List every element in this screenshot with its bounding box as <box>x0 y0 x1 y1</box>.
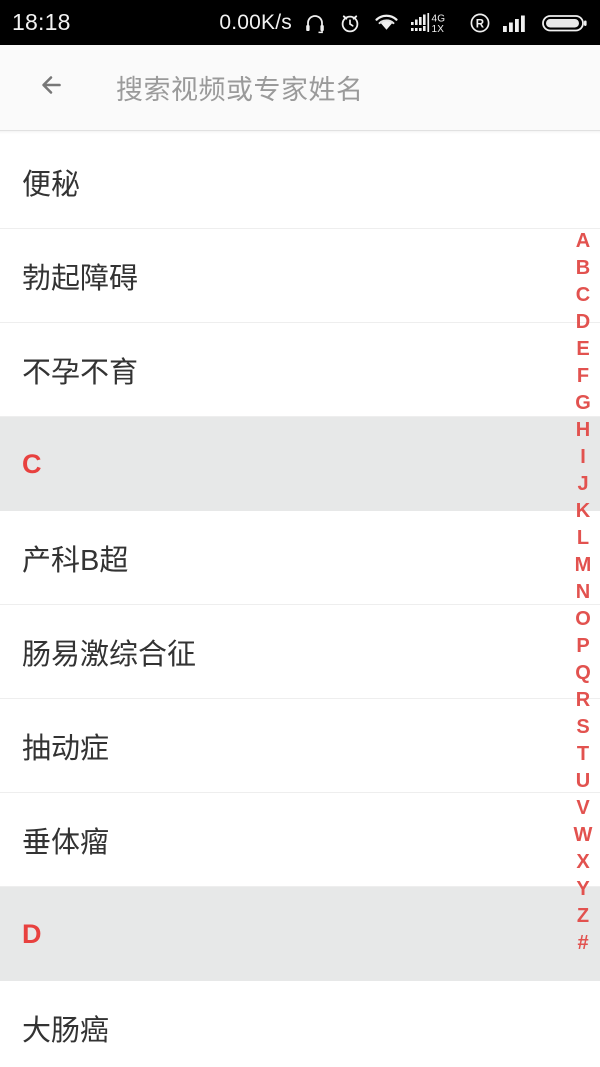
list-item[interactable]: 不孕不育 <box>0 323 600 417</box>
alphabet-index-bar[interactable]: A B C D E F G H I J K L M N O P Q R S T U V W X Y Z # <box>566 228 600 957</box>
wifi-icon <box>373 12 400 34</box>
index-letter[interactable]: I <box>566 444 600 471</box>
back-button[interactable] <box>28 62 80 114</box>
index-letter[interactable]: P <box>566 633 600 660</box>
roaming-icon: R <box>468 11 492 35</box>
index-letter[interactable]: E <box>566 336 600 363</box>
index-letter[interactable]: W <box>566 822 600 849</box>
app-root: 18:18 0.00K/s 4G 1X R 搜索视频或专家姓名 便秘 勃起障碍 … <box>0 0 600 1067</box>
status-bar: 18:18 0.00K/s 4G 1X R <box>0 0 600 45</box>
index-letter[interactable]: R <box>566 687 600 714</box>
index-letter[interactable]: J <box>566 471 600 498</box>
index-letter[interactable]: O <box>566 606 600 633</box>
index-letter[interactable]: U <box>566 768 600 795</box>
battery-icon <box>542 11 588 35</box>
disease-list[interactable]: 便秘 勃起障碍 不孕不育 C 产科B超 肠易激综合征 抽动症 垂体瘤 D 大肠癌 <box>0 135 600 1067</box>
index-letter[interactable]: T <box>566 741 600 768</box>
index-letter[interactable]: N <box>566 579 600 606</box>
index-letter[interactable]: V <box>566 795 600 822</box>
svg-text:R: R <box>476 18 485 30</box>
index-letter[interactable]: L <box>566 525 600 552</box>
index-letter[interactable]: D <box>566 309 600 336</box>
status-icons: 0.00K/s 4G 1X R <box>219 10 588 36</box>
index-letter[interactable]: X <box>566 849 600 876</box>
index-letter[interactable]: K <box>566 498 600 525</box>
network-speed-label: 0.00K/s <box>219 10 292 34</box>
index-letter[interactable]: Z <box>566 903 600 930</box>
index-letter[interactable]: # <box>566 930 600 957</box>
index-letter[interactable]: Q <box>566 660 600 687</box>
index-letter[interactable]: C <box>566 282 600 309</box>
signal-bars-icon <box>503 11 531 35</box>
index-letter[interactable]: G <box>566 390 600 417</box>
list-item[interactable]: 肠易激综合征 <box>0 605 600 699</box>
index-letter[interactable]: B <box>566 255 600 282</box>
headphone-icon <box>303 11 327 35</box>
dual-sim-signal-icon: 4G 1X <box>411 10 457 36</box>
list-item[interactable]: 勃起障碍 <box>0 229 600 323</box>
section-header-d: D <box>0 887 600 981</box>
list-item[interactable]: 大肠癌 <box>0 981 600 1067</box>
search-input[interactable]: 搜索视频或专家姓名 <box>116 68 364 107</box>
index-letter[interactable]: M <box>566 552 600 579</box>
status-time: 18:18 <box>12 9 71 35</box>
index-letter[interactable]: F <box>566 363 600 390</box>
search-header: 搜索视频或专家姓名 <box>0 45 600 134</box>
alarm-clock-icon <box>338 11 362 35</box>
section-header-c: C <box>0 417 600 511</box>
list-item[interactable]: 垂体瘤 <box>0 793 600 887</box>
back-arrow-icon <box>34 65 74 110</box>
index-letter[interactable]: A <box>566 228 600 255</box>
svg-text:4G: 4G <box>432 13 446 24</box>
index-letter[interactable]: Y <box>566 876 600 903</box>
index-letter[interactable]: S <box>566 714 600 741</box>
list-item[interactable]: 便秘 <box>0 135 600 229</box>
list-item[interactable]: 产科B超 <box>0 511 600 605</box>
svg-text:1X: 1X <box>432 24 445 35</box>
list-item[interactable]: 抽动症 <box>0 699 600 793</box>
index-letter[interactable]: H <box>566 417 600 444</box>
